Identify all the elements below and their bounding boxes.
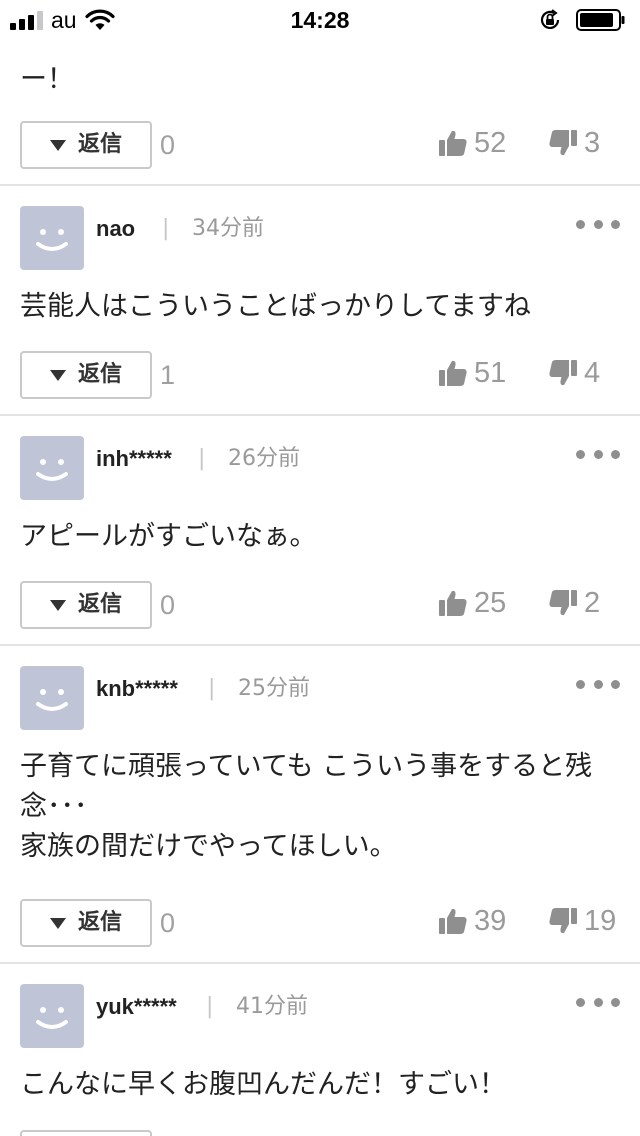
comment-item: yuk***** | 41分前 こんなに早くお腹凹んだんだ！すごい！ 返信 xyxy=(0,964,640,1136)
reply-button[interactable]: 返信 xyxy=(20,899,152,947)
smiley-face-icon xyxy=(36,689,68,711)
meta-separator: | xyxy=(208,676,216,701)
post-time: 34分前 xyxy=(192,216,264,241)
reply-button[interactable]: 返信 xyxy=(20,121,152,169)
reply-count: 0 xyxy=(160,590,176,620)
comment-actions: 返信 0 52 3 xyxy=(20,121,620,169)
author-name[interactable]: knb***** xyxy=(96,676,178,702)
thumbs-down-icon xyxy=(549,130,577,156)
comment-header: knb***** | 25分前 xyxy=(20,666,620,730)
status-right xyxy=(538,8,626,32)
avatar[interactable] xyxy=(20,206,84,270)
reply-count: 0 xyxy=(160,130,176,160)
dislike-button[interactable]: 2 xyxy=(548,585,600,621)
like-button[interactable]: 25 xyxy=(438,585,506,621)
post-time: 41分前 xyxy=(236,994,308,1019)
caret-down-icon xyxy=(49,917,66,929)
reply-label: 返信 xyxy=(77,910,122,935)
like-button[interactable]: 51 xyxy=(438,355,506,391)
thumbs-up-icon xyxy=(439,130,467,156)
caret-down-icon xyxy=(49,139,66,151)
comment-body: ー！ xyxy=(20,64,74,95)
smiley-face-icon xyxy=(36,1007,68,1029)
thumbs-down-icon xyxy=(549,908,577,934)
comment-header: yuk***** | 41分前 xyxy=(20,984,620,1048)
dislike-button[interactable]: 3 xyxy=(548,125,600,161)
avatar[interactable] xyxy=(20,436,84,500)
dislike-button[interactable]: 19 xyxy=(548,903,616,939)
battery-icon xyxy=(576,9,625,31)
comment-actions: 返信 xyxy=(20,1130,620,1136)
comment-body: 子育てに頑張っていても こういう事をすると残念･･･ 家族の間だけでやってほしい… xyxy=(20,751,593,862)
comment-item: nao | 34分前 芸能人はこういうことばっかりしてますね 返信 1 51 4 xyxy=(0,186,640,416)
dislike-count: 19 xyxy=(584,905,617,937)
comment-actions: 返信 1 51 4 xyxy=(20,351,620,399)
comment-header: inh***** | 26分前 xyxy=(20,436,620,500)
orientation-lock-icon xyxy=(540,9,560,29)
smiley-face-icon xyxy=(36,229,68,251)
reply-label: 返信 xyxy=(77,592,122,617)
thumbs-up-icon xyxy=(439,360,467,386)
thumbs-down-icon xyxy=(549,360,577,386)
status-bar: au 14:28 xyxy=(0,0,640,40)
dislike-count: 3 xyxy=(584,127,601,159)
post-time: 25分前 xyxy=(238,676,310,701)
reply-button[interactable]: 返信 xyxy=(20,581,152,629)
avatar[interactable] xyxy=(20,984,84,1048)
more-options-icon[interactable] xyxy=(576,444,620,464)
more-options-icon[interactable] xyxy=(576,214,620,234)
thumbs-down-icon xyxy=(549,590,577,616)
post-time: 26分前 xyxy=(228,446,300,471)
reply-label: 返信 xyxy=(77,132,122,157)
dislike-count: 4 xyxy=(584,357,601,389)
like-button[interactable]: 39 xyxy=(438,903,506,939)
like-count: 25 xyxy=(474,587,507,619)
thumbs-up-icon xyxy=(439,908,467,934)
meta-separator: | xyxy=(198,446,206,471)
author-name[interactable]: yuk***** xyxy=(96,994,177,1020)
comment-actions: 返信 0 25 2 xyxy=(20,581,620,629)
reply-count: 0 xyxy=(160,908,176,938)
reply-button[interactable]: 返信 xyxy=(20,1130,152,1136)
like-count: 39 xyxy=(474,905,507,937)
like-count: 52 xyxy=(474,127,507,159)
dislike-count: 2 xyxy=(584,587,601,619)
caret-down-icon xyxy=(49,369,66,381)
comment-body: 芸能人はこういうことばっかりしてますね xyxy=(20,291,531,322)
caret-down-icon xyxy=(49,599,66,611)
comment-header: nao | 34分前 xyxy=(20,206,620,270)
thumbs-up-icon xyxy=(439,590,467,616)
smiley-face-icon xyxy=(36,459,68,481)
more-options-icon[interactable] xyxy=(576,992,620,1012)
more-options-icon[interactable] xyxy=(576,674,620,694)
reply-button[interactable]: 返信 xyxy=(20,351,152,399)
reply-label: 返信 xyxy=(77,362,122,387)
comment-actions: 返信 0 39 19 xyxy=(20,899,620,947)
author-name[interactable]: nao xyxy=(96,216,135,242)
like-button[interactable]: 52 xyxy=(438,125,506,161)
author-name[interactable]: inh***** xyxy=(96,446,172,472)
avatar[interactable] xyxy=(20,666,84,730)
like-count: 51 xyxy=(474,357,507,389)
meta-separator: | xyxy=(206,994,214,1019)
meta-separator: | xyxy=(162,216,170,241)
comment-item: inh***** | 26分前 アピールがすごいなぁ。 返信 0 25 2 xyxy=(0,416,640,646)
comment-body: アピールがすごいなぁ。 xyxy=(20,521,317,552)
comment-body: こんなに早くお腹凹んだんだ！すごい！ xyxy=(20,1069,506,1100)
dislike-button[interactable]: 4 xyxy=(548,355,600,391)
reply-count: 1 xyxy=(160,360,176,390)
screen: au 14:28 ー！ 返信 0 52 3 nao | 34分前 芸能人はこうい… xyxy=(0,0,640,1136)
comment-item: knb***** | 25分前 子育てに頑張っていても こういう事をすると残念･… xyxy=(0,646,640,964)
